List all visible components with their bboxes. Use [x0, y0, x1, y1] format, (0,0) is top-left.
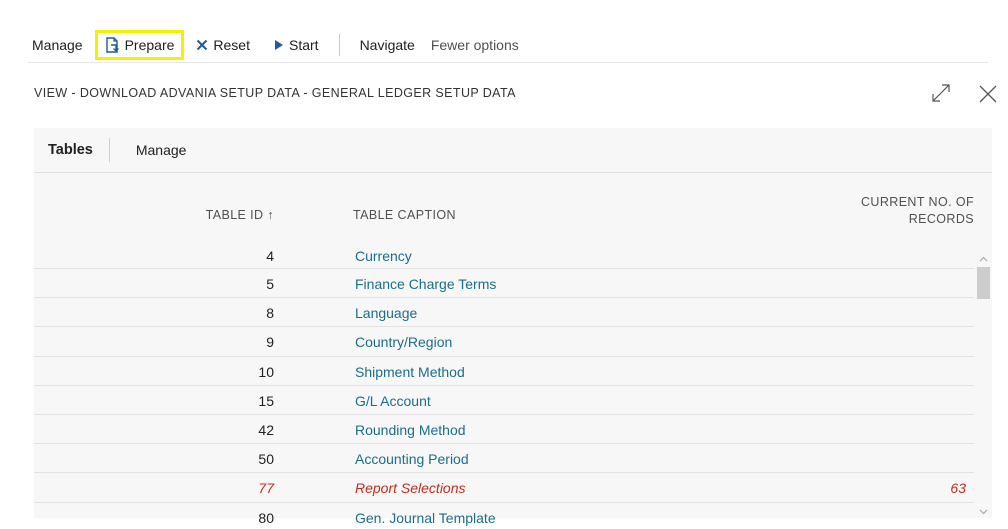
tab-manage[interactable]: Manage: [110, 142, 187, 158]
action-bar-divider: [28, 62, 988, 63]
table-row[interactable]: 5 Finance Charge Terms: [34, 269, 974, 299]
table-caption-link[interactable]: Report Selections: [355, 480, 466, 496]
table-id-cell: 10: [258, 363, 274, 380]
play-icon: [274, 39, 284, 51]
reset-label: Reset: [213, 37, 250, 53]
table-row[interactable]: 9 Country/Region: [34, 327, 974, 357]
table-id-cell: 77: [258, 480, 274, 497]
table-caption-link[interactable]: Gen. Journal Template: [355, 510, 496, 526]
table-id-cell: 50: [258, 451, 274, 468]
table-caption-link[interactable]: Rounding Method: [355, 422, 466, 438]
table-row[interactable]: 10 Shipment Method: [34, 357, 974, 386]
table-row[interactable]: 80 Gen. Journal Template: [34, 503, 974, 529]
action-bar: Manage Prepare Reset Start Navigate Fewe…: [18, 30, 990, 60]
table-id-cell: 9: [266, 334, 274, 351]
column-header-table-caption[interactable]: TABLE CAPTION: [353, 208, 456, 222]
table-rows: 4 Currency 5 Finance Charge Terms 8 Lang…: [34, 248, 974, 529]
reset-action[interactable]: Reset: [188, 30, 258, 60]
table-id-cell: 15: [258, 392, 274, 409]
table-caption-link[interactable]: Country/Region: [355, 334, 452, 350]
table-id-cell: 42: [258, 421, 274, 438]
navigate-action[interactable]: Navigate: [352, 30, 423, 60]
tabs-divider: [34, 172, 992, 173]
prepare-label: Prepare: [124, 37, 175, 53]
scrollbar-thumb[interactable]: [977, 267, 990, 299]
close-icon[interactable]: [978, 84, 998, 104]
table-id-cell: 4: [266, 248, 274, 264]
column-header-current-records[interactable]: CURRENT NO. OF RECORDS: [834, 194, 974, 228]
vertical-scrollbar[interactable]: [975, 253, 992, 518]
navigate-label: Navigate: [359, 37, 415, 53]
tab-tables[interactable]: Tables: [34, 142, 109, 158]
subpage-tabs: Tables Manage: [34, 128, 992, 172]
records-header-line1: CURRENT NO. OF: [860, 195, 974, 209]
table-caption-link[interactable]: G/L Account: [355, 393, 431, 409]
prepare-action[interactable]: Prepare: [94, 30, 185, 60]
manage-label: Manage: [32, 37, 83, 53]
start-label: Start: [288, 37, 319, 53]
action-separator: [338, 34, 340, 56]
table-row[interactable]: 4 Currency: [34, 248, 974, 269]
table-caption-link[interactable]: Shipment Method: [355, 364, 465, 380]
table-row[interactable]: 15 G/L Account: [34, 386, 974, 415]
page-window: Manage Prepare Reset Start Navigate Fewe…: [18, 0, 1008, 529]
table-row[interactable]: 50 Accounting Period: [34, 444, 974, 474]
page-title: VIEW - DOWNLOAD ADVANIA SETUP DATA - GEN…: [34, 86, 516, 100]
tables-subpage: Tables Manage TABLE ID ↑ TABLE CAPTION C…: [34, 128, 992, 526]
table-caption-link[interactable]: Accounting Period: [355, 451, 469, 467]
table-caption-link[interactable]: Language: [355, 305, 417, 321]
manage-action[interactable]: Manage: [18, 30, 91, 60]
expand-icon[interactable]: [930, 82, 952, 104]
table-row[interactable]: 42 Rounding Method: [34, 415, 974, 445]
column-header-table-id[interactable]: TABLE ID ↑: [74, 208, 274, 222]
table-caption-link[interactable]: Currency: [355, 248, 412, 264]
start-action[interactable]: Start: [266, 30, 327, 60]
close-x-icon: [196, 39, 208, 51]
table-caption-link[interactable]: Finance Charge Terms: [355, 276, 496, 292]
table-id-cell: 5: [266, 276, 274, 292]
fewer-options-action[interactable]: Fewer options: [423, 30, 527, 60]
scroll-up-icon[interactable]: [979, 255, 988, 264]
table-row[interactable]: 77 Report Selections 63: [34, 473, 974, 503]
table-id-cell: 80: [258, 509, 274, 526]
scroll-down-icon[interactable]: [979, 507, 988, 516]
records-cell: 63: [950, 480, 966, 497]
fewer-options-label: Fewer options: [430, 37, 519, 53]
table-id-cell: 8: [266, 305, 274, 322]
records-header-line2: RECORDS: [908, 212, 974, 226]
document-prepare-icon: [105, 37, 120, 53]
table-row[interactable]: 8 Language: [34, 298, 974, 328]
